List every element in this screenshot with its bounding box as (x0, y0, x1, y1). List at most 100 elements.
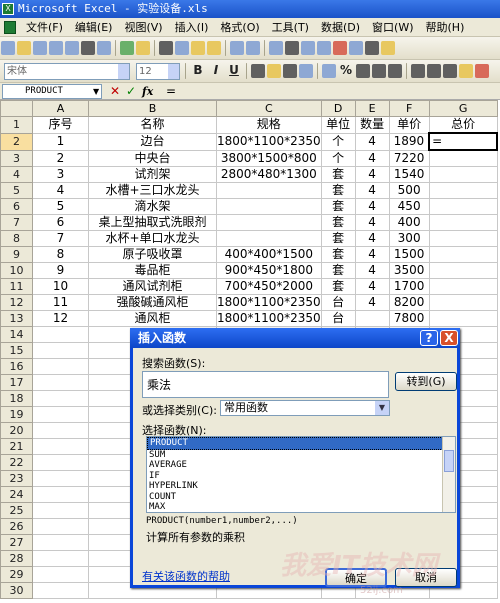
row-header[interactable]: 12 (0, 293, 33, 311)
cell-a13[interactable]: 12 (32, 309, 89, 327)
cell-g1[interactable]: 总价 (428, 116, 498, 134)
print-icon[interactable] (81, 41, 95, 55)
cell-e6[interactable]: 4 (354, 197, 390, 215)
cell-c10[interactable]: 900*450*1800 (216, 261, 322, 279)
comma-icon[interactable] (356, 64, 370, 78)
cell-f2[interactable]: 1890 (388, 132, 430, 151)
increase-indent-icon[interactable] (427, 64, 441, 78)
merge-center-icon[interactable] (299, 64, 313, 78)
copy-icon[interactable] (175, 41, 189, 55)
cell-a2[interactable]: 1 (32, 132, 89, 151)
menu-window[interactable]: 窗口(W) (366, 18, 419, 36)
cell-a22[interactable] (32, 453, 89, 471)
cell-b7[interactable]: 桌上型抽取式洗眼剂 (88, 213, 217, 231)
cell-d8[interactable]: 套 (320, 229, 356, 247)
increase-decimal-icon[interactable] (372, 64, 386, 78)
function-list-item[interactable]: AVERAGE (147, 460, 455, 471)
row-header[interactable]: 8 (0, 229, 33, 247)
format-painter-icon[interactable] (207, 41, 221, 55)
cell-b4[interactable]: 试剂架 (88, 165, 217, 183)
cell-c8[interactable] (216, 229, 322, 247)
cell-a17[interactable] (32, 373, 89, 391)
cell-g13[interactable] (428, 309, 498, 327)
row-header[interactable]: 2 (0, 132, 33, 151)
row-header[interactable]: 9 (0, 245, 33, 263)
autosum-icon[interactable] (285, 41, 299, 55)
cell-f6[interactable]: 450 (388, 197, 430, 215)
cell-a20[interactable] (32, 421, 89, 439)
row-header[interactable]: 4 (0, 165, 33, 183)
cell-f11[interactable]: 1700 (388, 277, 430, 295)
row-header[interactable]: 3 (0, 149, 33, 167)
column-header-d[interactable]: D (320, 100, 356, 117)
cell-e13[interactable] (354, 309, 390, 327)
research-icon[interactable] (136, 41, 150, 55)
menu-edit[interactable]: 编辑(E) (69, 18, 119, 36)
permission-icon[interactable] (49, 41, 63, 55)
paste-icon[interactable] (191, 41, 205, 55)
row-header[interactable]: 14 (0, 325, 33, 343)
cell-b5[interactable]: 水槽+三口水龙头 (88, 181, 217, 199)
print-preview-icon[interactable] (97, 41, 111, 55)
drawing-icon[interactable] (349, 41, 363, 55)
currency-icon[interactable] (322, 64, 336, 78)
menu-view[interactable]: 视图(V) (118, 18, 168, 36)
row-header[interactable]: 25 (0, 501, 33, 519)
cell-b10[interactable]: 毒品柜 (88, 261, 217, 279)
cell-a29[interactable] (32, 565, 89, 583)
cell-d5[interactable]: 套 (320, 181, 356, 199)
cell-d4[interactable]: 套 (320, 165, 356, 183)
cell-c5[interactable] (216, 181, 322, 199)
cell-c2[interactable]: 1800*1100*2350 (216, 132, 322, 151)
chart-wizard-icon[interactable] (333, 41, 347, 55)
row-header[interactable]: 30 (0, 581, 33, 599)
column-header-a[interactable]: A (32, 100, 89, 117)
cell-d1[interactable]: 单位 (320, 116, 356, 134)
ok-button[interactable]: 确定 (325, 568, 387, 587)
row-header[interactable]: 20 (0, 421, 33, 439)
cell-g2[interactable]: = (428, 132, 499, 151)
open-icon[interactable] (17, 41, 31, 55)
row-header[interactable]: 10 (0, 261, 33, 279)
function-list-item[interactable]: IF (147, 471, 455, 482)
cell-a5[interactable]: 4 (32, 181, 89, 199)
cell-a25[interactable] (32, 501, 89, 519)
cell-a10[interactable]: 9 (32, 261, 89, 279)
cell-e3[interactable]: 4 (354, 149, 390, 167)
menu-tools[interactable]: 工具(T) (266, 18, 315, 36)
cell-g6[interactable] (428, 197, 498, 215)
function-list-item[interactable]: MAX (147, 502, 455, 512)
redo-icon[interactable] (246, 41, 260, 55)
cell-c13[interactable]: 1800*1100*2350 (216, 309, 322, 327)
align-left-icon[interactable] (251, 64, 265, 78)
new-icon[interactable] (1, 41, 15, 55)
cell-d11[interactable]: 套 (320, 277, 356, 295)
row-header[interactable]: 29 (0, 565, 33, 583)
cell-e8[interactable]: 4 (354, 229, 390, 247)
cell-c7[interactable] (216, 213, 322, 231)
cell-c9[interactable]: 400*400*1500 (216, 245, 322, 263)
cell-d3[interactable]: 个 (320, 149, 356, 167)
row-header[interactable]: 11 (0, 277, 33, 295)
cell-a3[interactable]: 2 (32, 149, 89, 167)
function-list-item[interactable]: HYPERLINK (147, 481, 455, 492)
underline-button[interactable]: U (227, 63, 241, 77)
column-header-b[interactable]: B (88, 100, 217, 117)
name-box[interactable]: PRODUCT (2, 84, 102, 99)
menu-help[interactable]: 帮助(H) (420, 18, 471, 36)
cell-b9[interactable]: 原子吸收罩 (88, 245, 217, 263)
cell-d7[interactable]: 套 (320, 213, 356, 231)
cell-e1[interactable]: 数量 (354, 116, 390, 134)
row-header[interactable]: 7 (0, 213, 33, 231)
cell-a19[interactable] (32, 405, 89, 423)
cell-b12[interactable]: 强酸碱通风柜 (88, 293, 217, 311)
cell-c4[interactable]: 2800*480*1300 (216, 165, 322, 183)
cell-a9[interactable]: 8 (32, 245, 89, 263)
name-box-dropdown-icon[interactable]: ▼ (93, 84, 99, 99)
cancel-button[interactable]: 取消 (395, 568, 457, 587)
row-header[interactable]: 6 (0, 197, 33, 215)
cell-a15[interactable] (32, 341, 89, 359)
menu-data[interactable]: 数据(D) (315, 18, 366, 36)
row-header[interactable]: 21 (0, 437, 33, 455)
undo-icon[interactable] (230, 41, 244, 55)
